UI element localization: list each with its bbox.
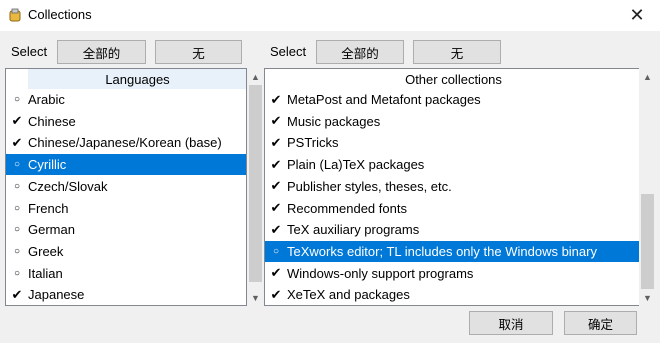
list-item[interactable]: ○ Czech/Slovak	[6, 176, 246, 197]
list-item-label: Plain (La)TeX packages	[287, 157, 425, 173]
unchecked-circle-icon[interactable]: ○	[6, 159, 28, 170]
checkmark-icon[interactable]: ✔	[265, 178, 287, 194]
close-icon: ✕	[629, 5, 645, 25]
unchecked-circle-icon[interactable]: ○	[265, 246, 287, 257]
app-icon	[9, 8, 21, 22]
checkmark-icon[interactable]: ✔	[6, 135, 28, 151]
unchecked-circle-icon[interactable]: ○	[6, 94, 28, 105]
list-item[interactable]: ○ Italian	[6, 263, 246, 284]
checkmark-icon[interactable]: ✔	[265, 265, 287, 281]
list-item[interactable]: ✔ Chinese	[6, 111, 246, 132]
list-item-label: Publisher styles, theses, etc.	[287, 178, 452, 194]
list-item[interactable]: ✔ Recommended fonts	[265, 198, 641, 219]
scroll-down-arrow-icon[interactable]: ▼	[639, 289, 656, 306]
list-item[interactable]: ✔ TeX auxiliary programs	[265, 219, 641, 240]
title-bar: Collections ✕	[0, 0, 660, 31]
left-select-all-button[interactable]: 全部的	[57, 40, 146, 64]
right-select-label: Select	[270, 44, 307, 59]
scroll-down-arrow-icon[interactable]: ▼	[247, 289, 264, 306]
list-item-label: Japanese	[28, 287, 85, 303]
checkmark-icon[interactable]: ✔	[6, 113, 28, 129]
other-collections-scrollbar[interactable]: ▲ ▼	[639, 68, 656, 306]
right-select-none-button[interactable]: 无	[413, 40, 501, 64]
languages-header[interactable]: Languages	[28, 69, 246, 89]
list-item-label: Recommended fonts	[287, 200, 407, 216]
list-item[interactable]: ✔ Plain (La)TeX packages	[265, 154, 641, 175]
unchecked-circle-icon[interactable]: ○	[6, 246, 28, 257]
left-select-label: Select	[11, 44, 48, 59]
unchecked-circle-icon[interactable]: ○	[6, 224, 28, 235]
checkmark-icon[interactable]: ✔	[265, 157, 287, 173]
checkmark-icon[interactable]: ✔	[265, 113, 287, 129]
scroll-up-arrow-icon[interactable]: ▲	[639, 68, 656, 85]
left-select-none-button[interactable]: 无	[155, 40, 242, 64]
unchecked-circle-icon[interactable]: ○	[6, 181, 28, 192]
list-item-label: Music packages	[287, 113, 381, 129]
list-item-label: German	[28, 222, 75, 238]
list-item[interactable]: ○ Cyrillic	[6, 154, 246, 176]
list-item[interactable]: ○ Greek	[6, 241, 246, 262]
list-item[interactable]: ✔ Windows-only support programs	[265, 263, 641, 284]
list-item[interactable]: ○ German	[6, 219, 246, 240]
list-item[interactable]: ○ TeXworks editor; TL includes only the W…	[265, 240, 641, 262]
ok-button[interactable]: 确定	[564, 311, 637, 335]
cancel-button[interactable]: 取消	[469, 311, 553, 335]
checkmark-icon[interactable]: ✔	[265, 92, 287, 108]
checkmark-icon[interactable]: ✔	[265, 135, 287, 151]
list-item[interactable]: ○ French	[6, 198, 246, 219]
right-select-all-button[interactable]: 全部的	[316, 40, 404, 64]
checkmark-icon[interactable]: ✔	[265, 287, 287, 303]
list-item[interactable]: ✔ Music packages	[265, 111, 641, 132]
list-item-label: TeXworks editor; TL includes only the Wi…	[287, 243, 597, 259]
checkmark-icon[interactable]: ✔	[265, 200, 287, 216]
list-item-label: MetaPost and Metafont packages	[287, 92, 481, 107]
checkmark-icon[interactable]: ✔	[265, 222, 287, 238]
scroll-thumb[interactable]	[249, 85, 262, 282]
list-item-label: PSTricks	[287, 135, 339, 151]
list-item-label: Czech/Slovak	[28, 178, 108, 194]
other-collections-header[interactable]: Other collections	[265, 69, 641, 89]
list-item[interactable]: ✔ XeTeX and packages	[265, 284, 641, 305]
close-button[interactable]: ✕	[614, 0, 660, 31]
list-item[interactable]: ✔ Publisher styles, theses, etc.	[265, 176, 641, 197]
list-item-label: Chinese	[28, 113, 76, 129]
other-collections-list[interactable]: Other collections ✔ MetaPost and Metafont…	[264, 68, 642, 306]
list-item-label: Arabic	[28, 92, 65, 107]
list-item-label: XeTeX and packages	[287, 287, 410, 303]
list-item[interactable]: ✔ Chinese/Japanese/Korean (base)	[6, 132, 246, 153]
scroll-up-arrow-icon[interactable]: ▲	[247, 68, 264, 85]
list-item-label: Greek	[28, 243, 64, 259]
list-item[interactable]: ✔ PSTricks	[265, 132, 641, 153]
scroll-thumb[interactable]	[641, 194, 654, 289]
list-item-label: French	[28, 200, 69, 216]
checkmark-icon[interactable]: ✔	[6, 287, 28, 303]
list-item-label: Chinese/Japanese/Korean (base)	[28, 135, 222, 151]
unchecked-circle-icon[interactable]: ○	[6, 268, 28, 279]
list-item-label: Cyrillic	[28, 157, 67, 173]
list-item[interactable]: ✔ MetaPost and Metafont packages	[265, 89, 641, 110]
list-item-label: Windows-only support programs	[287, 265, 474, 281]
unchecked-circle-icon[interactable]: ○	[6, 203, 28, 214]
list-item-label: Italian	[28, 265, 63, 281]
list-item[interactable]: ○ Arabic	[6, 89, 246, 110]
list-item-label: TeX auxiliary programs	[287, 222, 420, 238]
languages-scrollbar[interactable]: ▲ ▼	[247, 68, 264, 306]
list-item[interactable]: ✔ Japanese	[6, 284, 246, 305]
window-title: Collections	[28, 7, 92, 22]
languages-list[interactable]: Languages ○ Arabic ✔ Chinese ✔ Chinese/Japane…	[5, 68, 247, 306]
